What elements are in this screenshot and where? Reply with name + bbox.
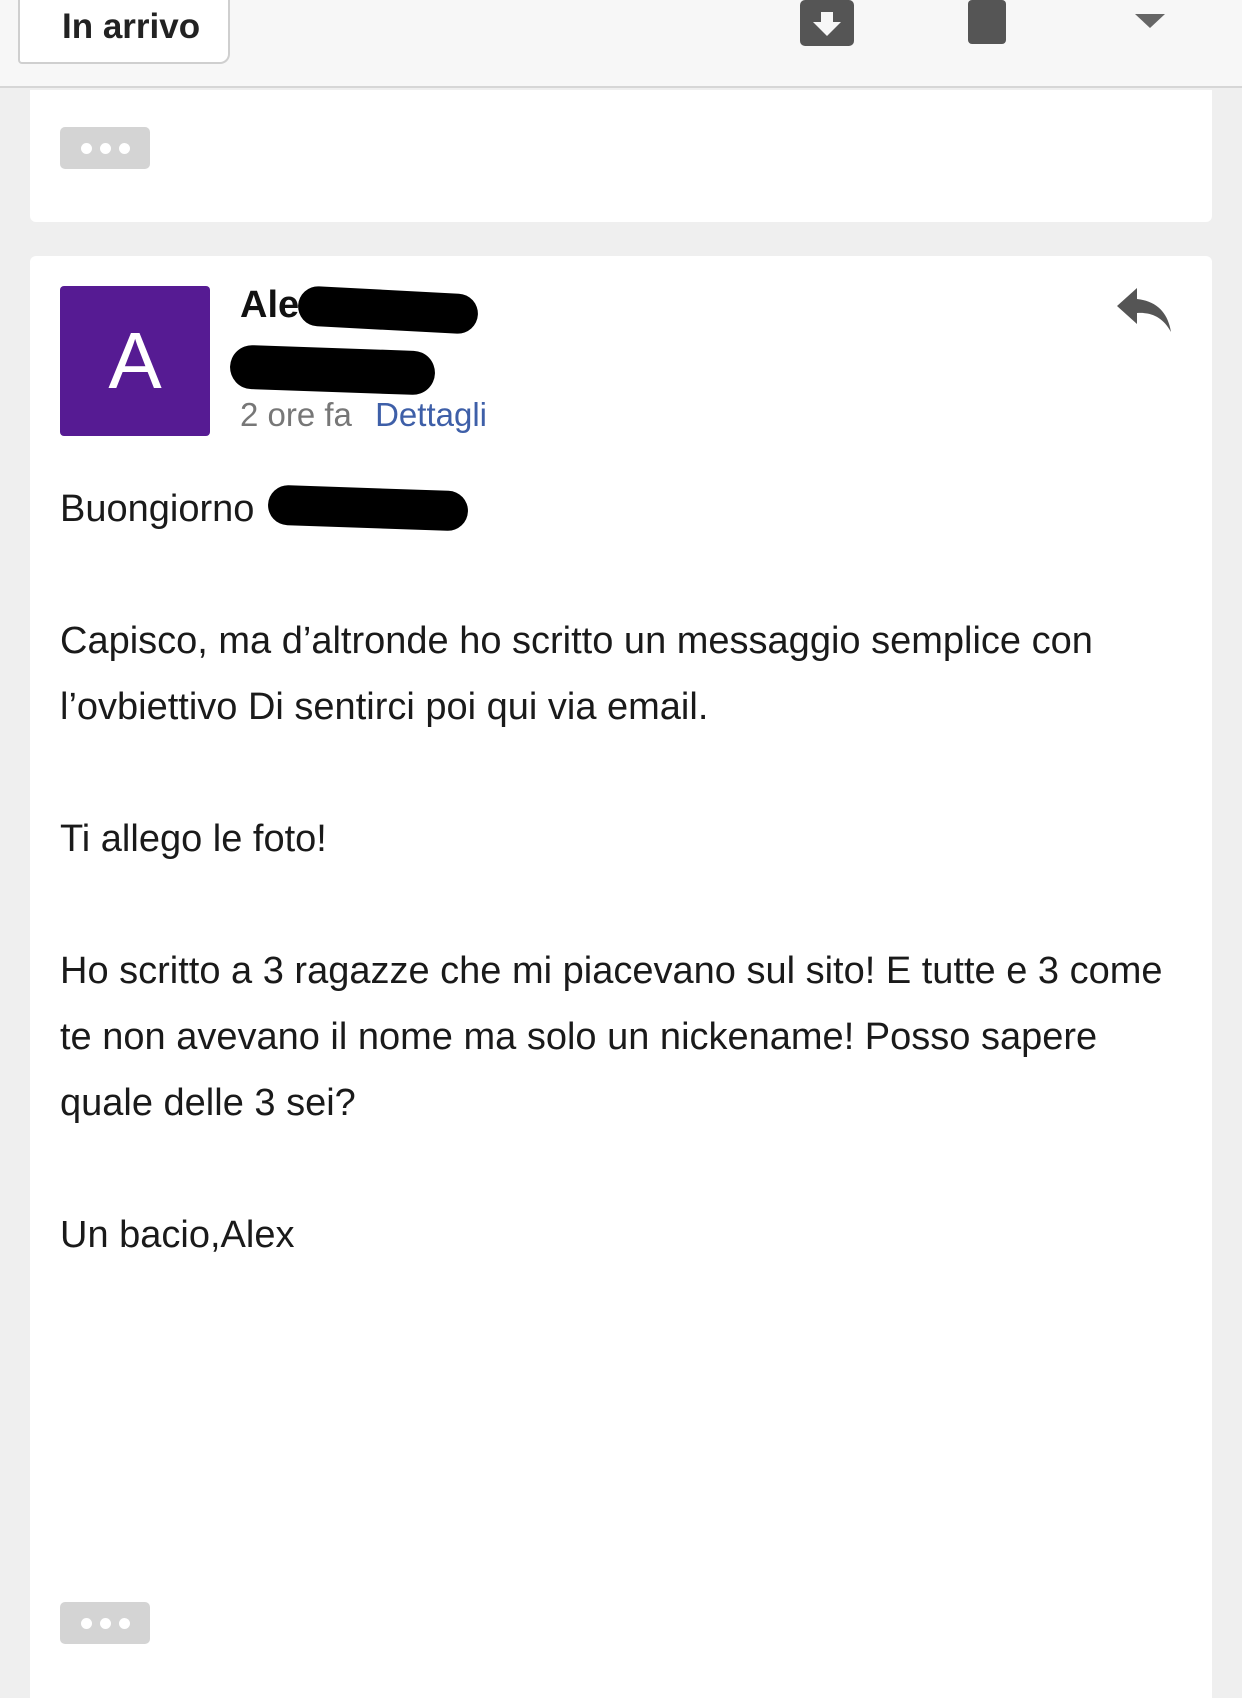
body-paragraph: Ti allego le foto! (60, 818, 327, 860)
avatar-letter: A (108, 316, 162, 405)
dot (99, 142, 111, 154)
dot (80, 1617, 92, 1629)
back-to-inbox-button[interactable]: In arrivo (18, 0, 231, 64)
body-paragraph: Capisco, ma d’altronde ho scritto un mes… (60, 620, 1093, 728)
previous-message-card (30, 90, 1212, 222)
trash-icon[interactable] (968, 0, 1006, 44)
show-trimmed-content-button[interactable] (60, 1602, 150, 1644)
body-paragraph: Ho scritto a 3 ragazze che mi piacevano … (60, 950, 1163, 1124)
redaction-mark (297, 285, 479, 335)
dot (118, 1617, 130, 1629)
more-dropdown-icon[interactable] (1135, 14, 1165, 30)
message-meta: 2 ore fa Dettagli (240, 396, 487, 434)
sender-name: Ale (240, 284, 300, 326)
archive-icon[interactable] (800, 0, 854, 46)
signature: Un bacio,Alex (60, 1214, 295, 1256)
reply-icon[interactable] (1115, 286, 1173, 334)
avatar: A (60, 286, 210, 436)
dot (99, 1617, 111, 1629)
dot (118, 142, 130, 154)
redaction-mark (267, 484, 469, 532)
message-card: A Ale 2 ore fa Dettagli Buongiorno Capis… (30, 256, 1212, 1698)
redaction-mark (229, 344, 436, 396)
details-link[interactable]: Dettagli (375, 396, 487, 433)
show-quoted-text-button[interactable] (60, 127, 150, 169)
back-button-label: In arrivo (62, 7, 201, 46)
greeting: Buongiorno (60, 488, 255, 530)
dot (80, 142, 92, 154)
top-toolbar: In arrivo (0, 0, 1242, 88)
time-ago: 2 ore fa (240, 396, 352, 433)
message-body: Buongiorno Capisco, ma d’altronde ho scr… (60, 476, 1190, 1268)
